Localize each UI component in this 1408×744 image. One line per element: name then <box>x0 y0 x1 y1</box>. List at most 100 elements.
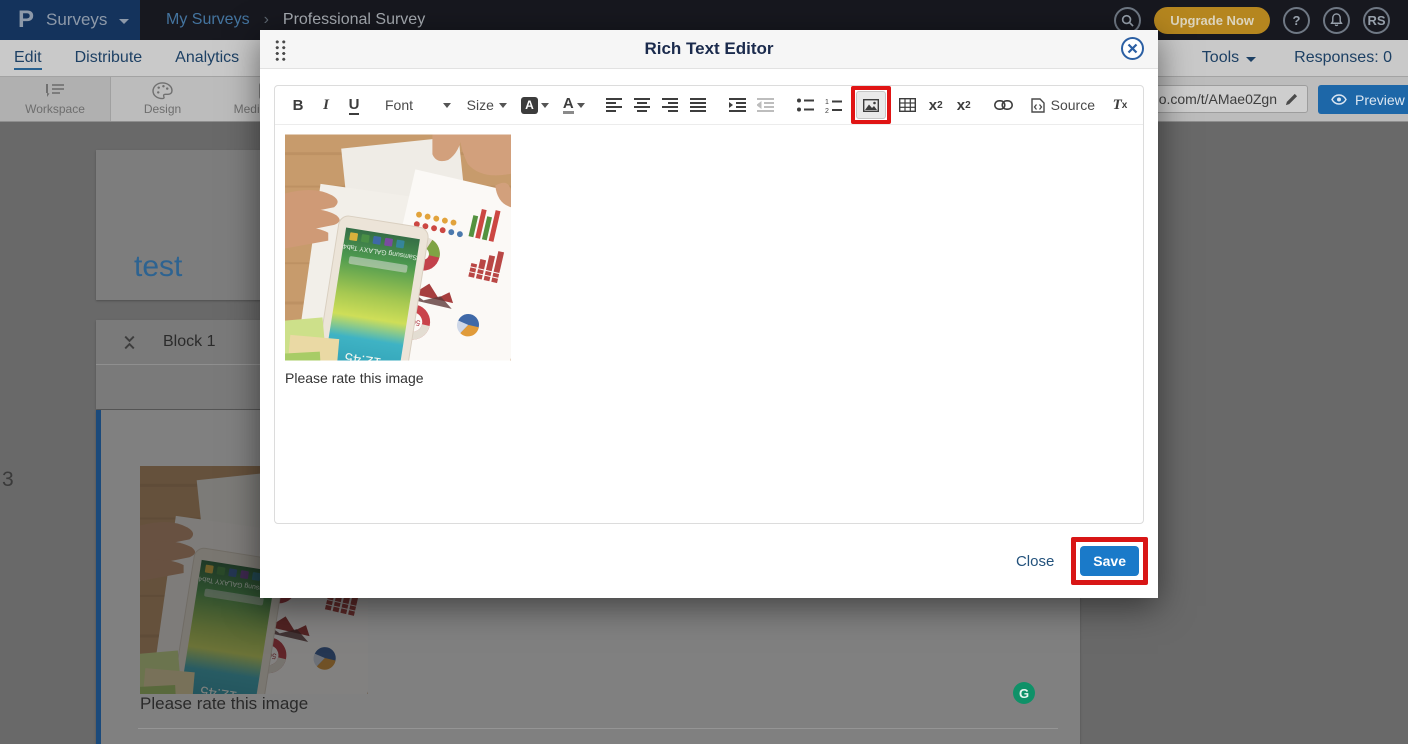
question-divider <box>138 728 1058 729</box>
align-left-button[interactable] <box>603 92 625 118</box>
tab-analytics[interactable]: Analytics <box>175 49 239 67</box>
chevron-down-icon <box>119 19 129 24</box>
source-icon <box>1031 98 1045 113</box>
underline-button[interactable]: U <box>343 92 365 118</box>
align-left-icon <box>606 98 622 112</box>
modal-header: Rich Text Editor <box>260 30 1158 69</box>
background-color-swatch: A <box>521 97 538 114</box>
subscript-button[interactable]: x2 <box>925 92 947 118</box>
subscript-small: 2 <box>937 100 943 111</box>
font-dropdown-label: Font <box>385 97 413 113</box>
eye-icon <box>1331 94 1347 105</box>
editor-content-area[interactable]: Please rate this image <box>275 125 1143 523</box>
font-dropdown[interactable]: Font <box>385 97 451 113</box>
tab-distribute-label: Distribute <box>75 49 143 66</box>
superscript-base: x <box>957 97 965 114</box>
avatar[interactable]: RS <box>1363 7 1390 34</box>
breadcrumb-my-surveys[interactable]: My Surveys <box>166 11 250 29</box>
tab-distribute[interactable]: Distribute <box>75 49 143 67</box>
collapse-block-icon[interactable] <box>122 335 137 350</box>
align-right-icon <box>662 98 678 112</box>
inserted-image[interactable] <box>285 133 511 362</box>
justify-button[interactable] <box>687 92 709 118</box>
italic-button[interactable]: I <box>315 92 337 118</box>
align-center-button[interactable] <box>631 92 653 118</box>
text-color-button[interactable]: A <box>563 96 585 114</box>
indent-icon <box>729 98 746 112</box>
rich-text-editor-modal: Rich Text Editor B I U Font Size A <box>260 30 1158 598</box>
bulleted-list-button[interactable] <box>795 92 817 118</box>
text-color-letter: A <box>563 96 574 114</box>
save-button[interactable]: Save <box>1080 546 1139 576</box>
tab-analytics-label: Analytics <box>175 49 239 66</box>
insert-link-button[interactable] <box>993 92 1015 118</box>
subscript-base: x <box>929 97 937 114</box>
block-label: Block 1 <box>163 333 215 351</box>
ribbon-item-design[interactable]: Design <box>110 77 215 121</box>
remove-format-button[interactable]: Tx <box>1109 92 1131 118</box>
bold-button[interactable]: B <box>287 92 309 118</box>
ribbon-design-label: Design <box>144 102 181 116</box>
upgrade-now-button[interactable]: Upgrade Now <box>1154 7 1270 34</box>
preview-label: Preview <box>1355 92 1405 108</box>
svg-text:1: 1 <box>825 99 829 106</box>
bell-icon <box>1330 13 1343 27</box>
insert-image-button[interactable] <box>856 91 886 119</box>
workspace-icon <box>44 82 66 100</box>
superscript-button[interactable]: x2 <box>953 92 975 118</box>
align-right-button[interactable] <box>659 92 681 118</box>
source-label: Source <box>1051 97 1095 113</box>
tools-label: Tools <box>1202 49 1239 67</box>
close-button[interactable]: Close <box>1016 553 1054 570</box>
background-color-button[interactable]: A <box>521 97 549 114</box>
breadcrumb-current: Professional Survey <box>283 11 425 29</box>
drag-handle-icon[interactable] <box>274 39 287 62</box>
numbered-list-button[interactable]: 12 <box>823 92 845 118</box>
outdent-button[interactable] <box>755 92 777 118</box>
product-name: Surveys <box>46 10 107 30</box>
chevron-down-icon <box>541 103 549 108</box>
chevron-down-icon <box>443 103 451 108</box>
notifications-button[interactable] <box>1323 7 1350 34</box>
preview-button[interactable]: Preview <box>1318 85 1408 114</box>
bulleted-list-icon <box>797 98 814 112</box>
outdent-icon <box>757 98 774 112</box>
tools-menu[interactable]: Tools <box>1202 49 1256 67</box>
modal-close-button[interactable] <box>1121 37 1144 60</box>
edit-pencil-icon[interactable] <box>1285 93 1298 106</box>
ribbon-item-workspace[interactable]: Workspace <box>0 77 111 121</box>
survey-title[interactable]: test <box>134 250 182 284</box>
share-url-text: o.com/t/AMae0Zgn <box>1159 91 1277 107</box>
indent-button[interactable] <box>727 92 749 118</box>
tab-edit-label: Edit <box>14 49 42 70</box>
numbered-list-icon: 12 <box>825 98 842 113</box>
svg-text:2: 2 <box>825 108 829 113</box>
grammarly-icon[interactable]: G <box>1013 682 1035 704</box>
top-actions: Upgrade Now ? RS <box>1114 7 1408 34</box>
remove-format-base: T <box>1113 97 1122 114</box>
question-caption[interactable]: Please rate this image <box>140 694 308 714</box>
source-button[interactable]: Source <box>1031 97 1095 113</box>
product-switcher[interactable]: P Surveys <box>0 0 140 40</box>
size-dropdown[interactable]: Size <box>467 97 507 113</box>
question-number: 3 <box>2 468 14 492</box>
tab-edit[interactable]: Edit <box>14 49 42 67</box>
help-button[interactable]: ? <box>1283 7 1310 34</box>
insert-table-button[interactable] <box>897 92 919 118</box>
editor-caption-text[interactable]: Please rate this image <box>285 370 1133 386</box>
modal-title: Rich Text Editor <box>644 39 773 59</box>
size-dropdown-label: Size <box>467 97 494 113</box>
app-window: P Surveys My Surveys › Professional Surv… <box>0 0 1408 744</box>
annotation-box-save-button: Save <box>1071 537 1148 585</box>
search-icon <box>1121 14 1134 27</box>
remove-format-small: x <box>1122 100 1128 111</box>
chevron-down-icon <box>499 103 507 108</box>
ribbon-workspace-label: Workspace <box>25 102 85 116</box>
superscript-small: 2 <box>965 100 971 111</box>
design-icon <box>152 82 173 100</box>
annotation-box-image-button <box>851 86 891 124</box>
sub-nav-right: Tools Responses: 0 <box>1202 49 1408 67</box>
align-center-icon <box>634 98 650 112</box>
close-icon <box>1127 43 1138 54</box>
breadcrumb-separator: › <box>264 11 269 29</box>
